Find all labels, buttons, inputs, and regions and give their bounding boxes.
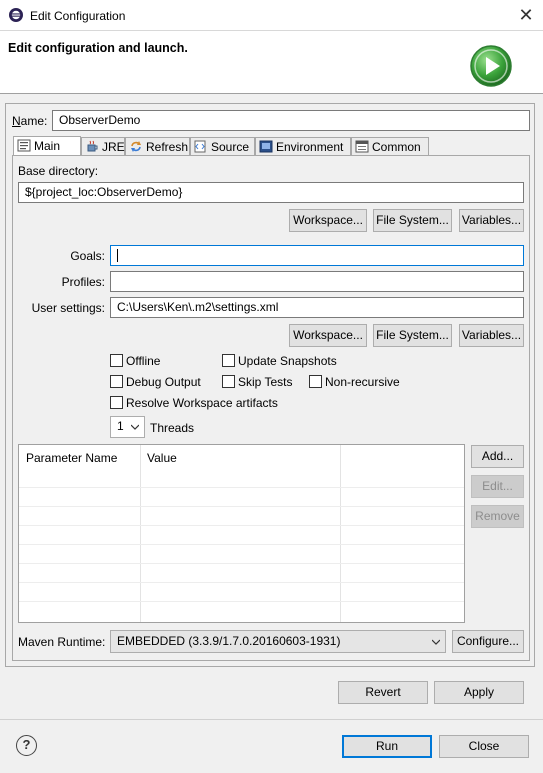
maven-runtime-label: Maven Runtime: bbox=[18, 635, 106, 649]
profiles-label: Profiles: bbox=[61, 275, 105, 289]
close-window-icon[interactable]: ✕ bbox=[512, 3, 540, 27]
col-header-parameter-name[interactable]: Parameter Name bbox=[19, 445, 140, 471]
offline-checkbox[interactable] bbox=[110, 354, 123, 367]
row-line bbox=[19, 544, 464, 545]
source-icon bbox=[194, 140, 206, 153]
column-divider bbox=[140, 445, 141, 622]
goals-label: Goals: bbox=[70, 249, 105, 263]
row-line bbox=[19, 563, 464, 564]
threads-label: Threads bbox=[150, 421, 195, 435]
name-field[interactable]: ObserverDemo bbox=[52, 110, 530, 131]
add-parameter-button[interactable]: Add... bbox=[471, 445, 524, 468]
update-snapshots-label: Update Snapshots bbox=[238, 354, 337, 368]
tab-refresh-label: Refresh bbox=[146, 140, 189, 154]
settings-workspace-button[interactable]: Workspace... bbox=[289, 324, 367, 347]
apply-button[interactable]: Apply bbox=[434, 681, 524, 704]
resolve-workspace-checkbox[interactable] bbox=[110, 396, 123, 409]
footer-separator bbox=[0, 719, 543, 720]
debug-output-label: Debug Output bbox=[126, 375, 201, 389]
base-variables-button[interactable]: Variables... bbox=[459, 209, 524, 232]
tab-source-label: Source bbox=[211, 140, 250, 154]
settings-filesystem-button[interactable]: File System... bbox=[373, 324, 452, 347]
base-workspace-button[interactable]: Workspace... bbox=[289, 209, 367, 232]
tab-environment-label: Environment bbox=[276, 140, 344, 154]
row-line bbox=[19, 601, 464, 602]
tab-source[interactable]: Source bbox=[190, 137, 255, 156]
window-title: Edit Configuration bbox=[30, 9, 126, 23]
configure-runtime-button[interactable]: Configure... bbox=[452, 630, 524, 653]
user-settings-field[interactable]: C:\Users\Ken\.m2\settings.xml bbox=[110, 297, 524, 318]
column-divider bbox=[340, 445, 341, 622]
debug-output-checkbox[interactable] bbox=[110, 375, 123, 388]
base-filesystem-button[interactable]: File System... bbox=[373, 209, 452, 232]
help-icon[interactable]: ? bbox=[16, 735, 37, 756]
row-line bbox=[19, 525, 464, 526]
remove-parameter-button[interactable]: Remove bbox=[471, 505, 524, 528]
base-directory-label: Base directory: bbox=[18, 164, 99, 178]
name-label: Name: bbox=[12, 114, 48, 128]
tab-main[interactable]: Main bbox=[13, 136, 81, 156]
chevron-down-icon bbox=[432, 639, 440, 645]
row-line bbox=[19, 487, 464, 488]
tab-common[interactable]: Common bbox=[351, 137, 429, 156]
tab-refresh[interactable]: Refresh bbox=[125, 137, 190, 156]
dialog-banner: Edit configuration and launch. bbox=[0, 31, 543, 94]
resolve-workspace-label: Resolve Workspace artifacts bbox=[126, 396, 278, 410]
revert-button[interactable]: Revert bbox=[338, 681, 428, 704]
row-line bbox=[19, 582, 464, 583]
parameters-table[interactable]: Parameter Name Value bbox=[18, 444, 465, 623]
offline-label: Offline bbox=[126, 354, 161, 368]
edit-parameter-button[interactable]: Edit... bbox=[471, 475, 524, 498]
maven-runtime-select[interactable]: EMBEDDED (3.3.9/1.7.0.20160603-1931) bbox=[110, 630, 446, 653]
threads-select[interactable]: 1 bbox=[110, 416, 145, 438]
col-header-value[interactable]: Value bbox=[140, 445, 340, 471]
settings-variables-button[interactable]: Variables... bbox=[459, 324, 524, 347]
tab-jre-label: JRE bbox=[102, 140, 125, 154]
jre-icon bbox=[87, 140, 98, 152]
title-bar: Edit Configuration ✕ bbox=[0, 0, 543, 31]
eclipse-app-icon bbox=[9, 8, 23, 22]
run-button[interactable]: Run bbox=[342, 735, 432, 758]
tab-environment[interactable]: Environment bbox=[255, 137, 351, 156]
chevron-down-icon bbox=[131, 424, 139, 430]
user-settings-label: User settings: bbox=[31, 301, 105, 315]
environment-icon bbox=[259, 140, 273, 153]
close-button[interactable]: Close bbox=[439, 735, 529, 758]
text-caret bbox=[117, 249, 118, 263]
banner-title: Edit configuration and launch. bbox=[8, 41, 188, 55]
goals-field[interactable] bbox=[110, 245, 524, 266]
common-icon bbox=[355, 140, 369, 153]
threads-value: 1 bbox=[117, 419, 124, 433]
refresh-icon bbox=[131, 141, 141, 152]
skip-tests-checkbox[interactable] bbox=[222, 375, 235, 388]
row-line bbox=[19, 506, 464, 507]
main-tab-icon bbox=[17, 139, 31, 152]
non-recursive-checkbox[interactable] bbox=[309, 375, 322, 388]
profiles-field[interactable] bbox=[110, 271, 524, 292]
tab-common-label: Common bbox=[372, 140, 421, 154]
non-recursive-label: Non-recursive bbox=[325, 375, 400, 389]
update-snapshots-checkbox[interactable] bbox=[222, 354, 235, 367]
tab-main-label: Main bbox=[34, 139, 61, 153]
tab-jre[interactable]: JRE bbox=[81, 137, 125, 156]
base-directory-field[interactable]: ${project_loc:ObserverDemo} bbox=[18, 182, 524, 203]
skip-tests-label: Skip Tests bbox=[238, 375, 293, 389]
maven-runtime-value: EMBEDDED (3.3.9/1.7.0.20160603-1931) bbox=[117, 634, 341, 648]
launch-run-icon bbox=[470, 45, 512, 87]
